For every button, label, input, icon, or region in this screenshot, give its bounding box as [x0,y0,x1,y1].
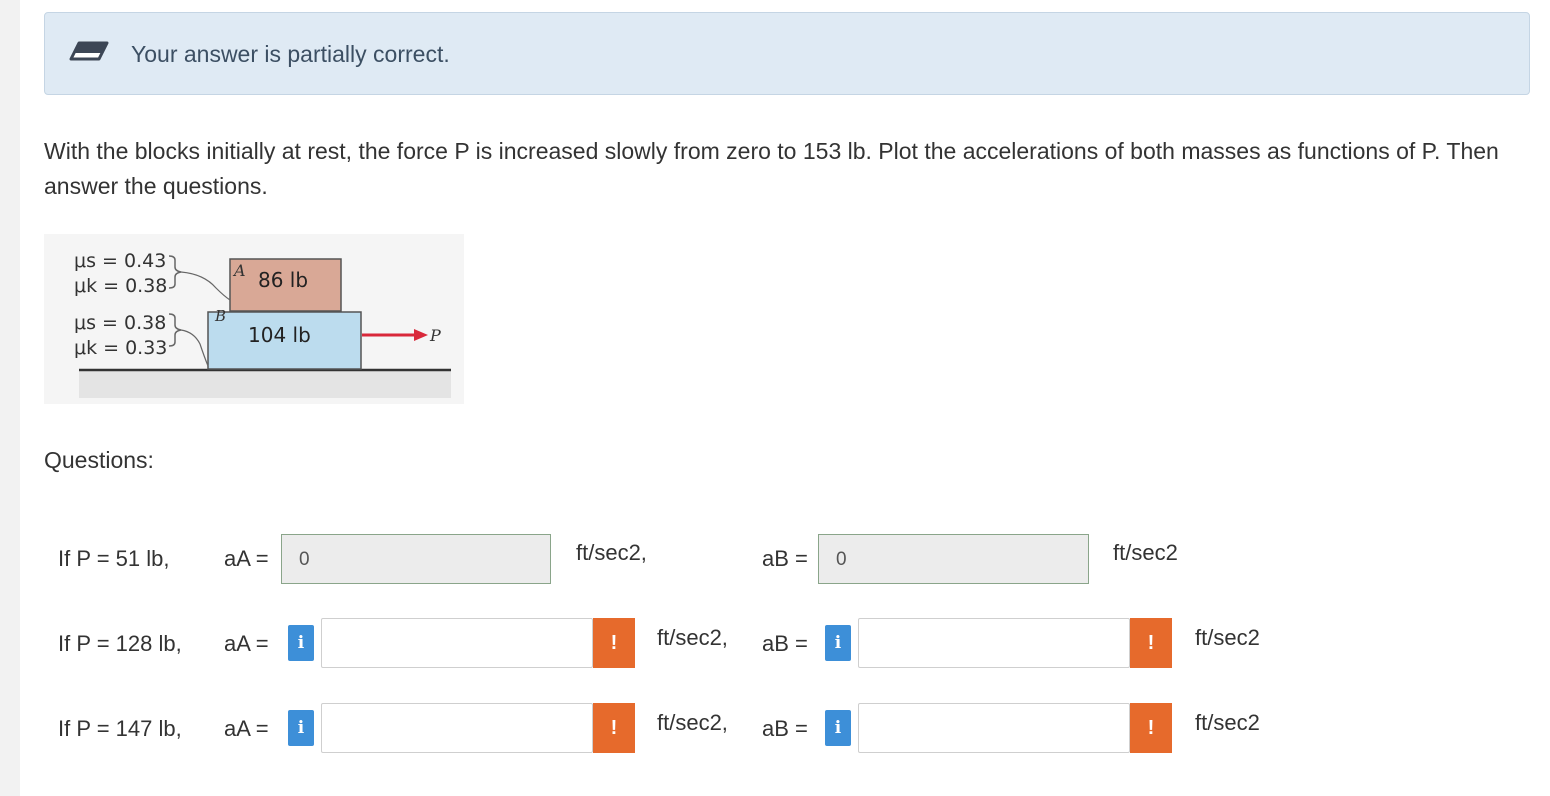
block-a-letter: A [232,261,246,280]
question-text: With the blocks initially at rest, the f… [44,138,1499,199]
aB-warning-icon[interactable]: ! [1130,618,1172,668]
questions-heading: Questions: [44,447,154,473]
block-a-weight: 86 lb [258,268,308,292]
aA-answer-field: 0 [281,534,551,584]
block-b-weight: 104 lb [248,323,311,347]
aA-info-icon[interactable]: i [288,710,314,746]
aA-label: aA = [224,716,269,741]
aA-info-icon[interactable]: i [288,625,314,661]
force-label: P [429,326,441,345]
left-gutter [0,0,20,796]
aA-answer-value: 0 [299,549,310,570]
aA-label: aA = [224,546,269,571]
aB-unit: ft/sec2 [1195,710,1260,735]
aA-warning-icon[interactable]: ! [593,618,635,668]
aB-label: aB = [762,546,808,571]
aA-unit: ft/sec2, [657,710,728,735]
upper-mu-k: μk = 0.38 [74,275,167,297]
row-prompt: If P = 51 lb, [58,546,170,571]
feedback-banner: Your answer is partially correct. [44,12,1530,95]
aB-answer-field: 0 [818,534,1089,584]
aB-label: aB = [762,631,808,656]
aB-unit: ft/sec2 [1113,540,1178,565]
aA-input[interactable] [321,618,593,668]
aA-input[interactable] [321,703,593,753]
block-b-letter: B [214,307,226,325]
row-prompt: If P = 128 lb, [58,631,182,656]
aA-label: aA = [224,631,269,656]
aB-info-icon[interactable]: i [825,625,851,661]
aB-warning-icon[interactable]: ! [1130,703,1172,753]
feedback-message: Your answer is partially correct. [131,41,450,67]
lower-mu-s: μs = 0.38 [74,312,166,334]
upper-mu-s: μs = 0.43 [74,250,166,272]
aB-input[interactable] [858,618,1130,668]
eraser-icon [69,39,109,70]
aB-answer-value: 0 [836,549,847,570]
aA-warning-icon[interactable]: ! [593,703,635,753]
aB-input[interactable] [858,703,1130,753]
row-prompt: If P = 147 lb, [58,716,182,741]
aB-label: aB = [762,716,808,741]
aB-info-icon[interactable]: i [825,710,851,746]
aB-unit: ft/sec2 [1195,625,1260,650]
lower-mu-k: μk = 0.33 [74,337,167,359]
problem-figure: μs = 0.43 μk = 0.38 μs = 0.38 μk = 0.33 … [44,234,464,409]
aA-unit: ft/sec2, [657,625,728,650]
aA-unit: ft/sec2, [576,540,647,565]
